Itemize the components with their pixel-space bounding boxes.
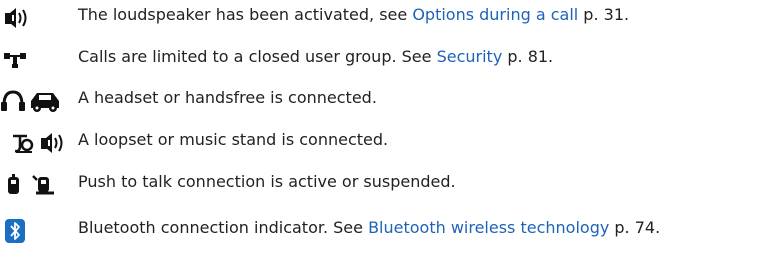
item-text-plain: A loopset or music stand is connected.	[78, 130, 389, 149]
item-text-plain: A headset or handsfree is connected.	[78, 88, 377, 107]
list-item: A headset or handsfree is connected.	[0, 84, 759, 116]
bluetooth-icon	[5, 219, 25, 243]
item-text: Push to talk connection is active or sus…	[78, 171, 456, 193]
handsfree-icon	[31, 93, 59, 112]
icon-cell	[0, 214, 78, 246]
list-item: A loopset or music stand is connected.	[0, 126, 759, 158]
item-text: Calls are limited to a closed user group…	[78, 46, 553, 68]
list-item: Bluetooth connection indicator. See Blue…	[0, 214, 759, 246]
push-to-talk-active-icon	[8, 174, 19, 194]
item-text: Bluetooth connection indicator. See Blue…	[78, 217, 660, 239]
icon-cell	[0, 1, 78, 33]
link-bluetooth-wireless-technology[interactable]: Bluetooth wireless technology	[368, 218, 609, 237]
link-options-during-a-call[interactable]: Options during a call	[412, 5, 578, 24]
item-text-after: p. 81.	[502, 47, 554, 66]
list-item: Calls are limited to a closed user group…	[0, 43, 759, 75]
item-text-after: p. 31.	[578, 5, 630, 24]
headset-icon	[1, 90, 25, 111]
music-stand-speaker-icon	[41, 133, 63, 153]
link-security[interactable]: Security	[437, 47, 503, 66]
icon-cell	[0, 168, 78, 200]
loudspeaker-icon	[5, 8, 27, 28]
item-text: A loopset or music stand is connected.	[78, 129, 388, 151]
list-item: Push to talk connection is active or sus…	[0, 168, 759, 200]
item-text-before: The loudspeaker has been activated, see	[78, 5, 413, 24]
item-text-after: p. 74.	[609, 218, 661, 237]
icon-cell	[0, 43, 78, 75]
loopset-icon	[13, 134, 34, 153]
item-text: A headset or handsfree is connected.	[78, 87, 377, 109]
closed-user-group-icon	[4, 53, 26, 68]
list-item: The loudspeaker has been activated, see …	[0, 1, 759, 33]
item-text: The loudspeaker has been activated, see …	[78, 4, 629, 26]
push-to-talk-suspended-icon	[32, 175, 54, 195]
icon-cell	[0, 84, 78, 116]
item-text-before: Calls are limited to a closed user group…	[78, 47, 437, 66]
item-text-before: Bluetooth connection indicator. See	[78, 218, 369, 237]
icon-cell	[0, 126, 78, 158]
item-text-plain: Push to talk connection is active or sus…	[78, 172, 456, 191]
